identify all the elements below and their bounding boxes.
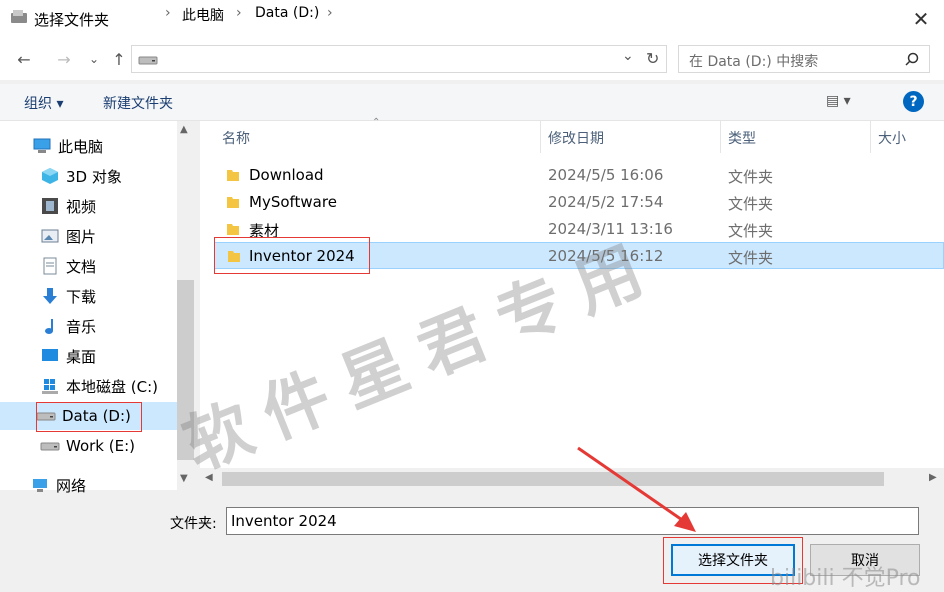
help-button[interactable]: ?: [903, 91, 924, 112]
music-icon: [45, 319, 53, 334]
scroll-up-arrow[interactable]: ▲: [180, 124, 188, 135]
sidebar-item-videos[interactable]: 视频: [40, 193, 96, 219]
breadcrumb-separator: ›: [327, 5, 333, 21]
address-dropdown-button[interactable]: ⌄: [622, 48, 634, 64]
sidebar-item-local-disk-c[interactable]: 本地磁盘 (C:): [40, 373, 158, 399]
file-type: 文件夹: [728, 168, 774, 186]
desktop-icon: [42, 349, 58, 361]
file-name: Download: [249, 166, 324, 184]
highlight-box: [36, 402, 142, 432]
network-icon: [33, 479, 47, 492]
address-bar[interactable]: [131, 45, 667, 73]
file-type: 文件夹: [728, 249, 774, 267]
file-row-mysoftware[interactable]: MySoftware 2024/5/2 17:54 文件夹: [214, 189, 944, 216]
column-separator[interactable]: [720, 121, 721, 153]
file-row-download[interactable]: Download 2024/5/5 16:06 文件夹: [214, 162, 944, 189]
breadcrumb-this-pc[interactable]: 此电脑: [182, 5, 224, 25]
folder-icon: [227, 170, 239, 181]
breadcrumb-separator: ›: [165, 5, 171, 21]
folder-field-label: 文件夹:: [170, 516, 217, 532]
recent-locations-button[interactable]: ⌄: [82, 47, 106, 71]
horizontal-scrollbar-thumb[interactable]: [222, 472, 884, 486]
window-title: 选择文件夹: [34, 11, 110, 29]
sidebar-item-work-e[interactable]: Work (E:): [40, 433, 135, 459]
computer-icon: [33, 138, 51, 153]
column-separator[interactable]: [540, 121, 541, 153]
sidebar-item-label: 3D 对象: [66, 167, 122, 186]
folder-picker-icon: [11, 10, 27, 23]
file-type: 文件夹: [728, 195, 774, 213]
breadcrumb-separator: ›: [236, 5, 242, 21]
column-header-modified[interactable]: 修改日期: [548, 128, 604, 148]
sidebar-item-this-pc[interactable]: 此电脑: [32, 133, 103, 159]
sidebar-item-label: 下载: [66, 287, 97, 306]
forward-button[interactable]: →: [52, 47, 76, 71]
sidebar-item-label: 网络: [56, 476, 87, 495]
watermark-corner: bilibili 不觉Pro: [770, 566, 921, 591]
windows-drive-icon: [42, 379, 58, 394]
search-placeholder: 在 Data (D:) 中搜索: [689, 54, 819, 70]
sidebar-item-label: 此电脑: [58, 137, 104, 156]
folder-icon: [227, 224, 239, 235]
back-button[interactable]: ←: [12, 47, 36, 71]
film-icon: [42, 198, 58, 214]
folder-icon: [227, 197, 239, 208]
drive-icon: [138, 56, 158, 65]
sidebar-item-pictures[interactable]: 图片: [40, 223, 96, 249]
sidebar-item-label: 视频: [66, 197, 97, 216]
breadcrumb-data-drive[interactable]: Data (D:): [255, 5, 319, 21]
scroll-right-arrow[interactable]: ▶: [929, 472, 937, 483]
file-name: MySoftware: [249, 193, 337, 211]
sidebar-item-label: 本地磁盘 (C:): [66, 377, 158, 396]
search-icon[interactable]: [905, 52, 919, 66]
close-button[interactable]: ✕: [898, 0, 944, 38]
sort-arrow-icon: ⌃: [372, 117, 381, 128]
document-icon: [43, 257, 57, 275]
annotation-arrow-icon: [577, 446, 696, 532]
highlight-box: [214, 237, 370, 274]
file-modified: 2024/5/5 16:06: [548, 166, 664, 184]
sidebar-item-music[interactable]: 音乐: [40, 313, 96, 339]
sidebar-item-label: 文档: [66, 257, 97, 276]
column-header-name[interactable]: 名称: [222, 128, 250, 148]
organize-menu[interactable]: 组织 ▾: [24, 93, 63, 113]
sidebar-item-desktop[interactable]: 桌面: [40, 343, 96, 369]
sidebar-item-3d-objects[interactable]: 3D 对象: [40, 163, 122, 189]
refresh-button[interactable]: ↻: [646, 49, 659, 68]
scroll-down-arrow[interactable]: ▼: [180, 473, 188, 484]
search-box[interactable]: 在 Data (D:) 中搜索: [678, 45, 930, 73]
sidebar-item-label: 图片: [66, 227, 97, 246]
file-type: 文件夹: [728, 222, 774, 240]
title-bar: [0, 0, 944, 38]
sidebar-item-documents[interactable]: 文档: [40, 253, 96, 279]
drive-icon: [40, 442, 60, 451]
column-header-size[interactable]: 大小: [878, 128, 906, 148]
sidebar-item-label: Work (E:): [66, 437, 135, 455]
sidebar-item-label: 音乐: [66, 317, 97, 336]
view-options-button[interactable]: ▤ ▾: [826, 93, 851, 109]
download-icon: [43, 288, 57, 304]
picture-icon: [41, 229, 59, 243]
file-modified: 2024/5/2 17:54: [548, 193, 664, 211]
column-separator[interactable]: [870, 121, 871, 153]
new-folder-button[interactable]: 新建文件夹: [103, 93, 173, 113]
sidebar-item-downloads[interactable]: 下载: [40, 283, 96, 309]
up-button[interactable]: ↑: [107, 47, 131, 71]
column-header-type[interactable]: 类型: [728, 128, 756, 148]
sidebar-item-network[interactable]: 网络: [30, 472, 86, 498]
sidebar-item-label: 桌面: [66, 347, 97, 366]
cube-icon: [42, 168, 58, 184]
